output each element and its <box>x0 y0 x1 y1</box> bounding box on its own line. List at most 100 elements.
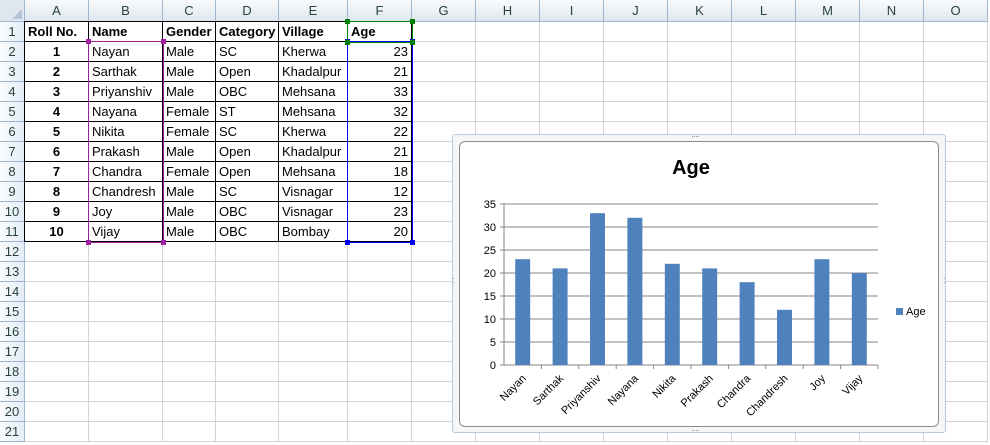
table-cell[interactable]: Kherwa <box>278 41 348 62</box>
grid-cell[interactable] <box>348 282 412 302</box>
grid-cell[interactable] <box>89 342 163 362</box>
row-header-4[interactable]: 4 <box>0 82 25 102</box>
column-header-i[interactable]: I <box>540 0 604 22</box>
table-cell[interactable]: 20 <box>347 221 412 242</box>
grid-cell[interactable] <box>89 302 163 322</box>
grid-cell[interactable] <box>216 402 279 422</box>
grid-cell[interactable] <box>732 62 796 82</box>
table-cell[interactable]: Male <box>162 221 216 242</box>
table-cell[interactable]: Female <box>162 161 216 182</box>
table-cell[interactable]: Female <box>162 121 216 142</box>
grid-cell[interactable] <box>348 242 412 262</box>
grid-cell[interactable] <box>163 402 216 422</box>
table-cell[interactable]: 10 <box>24 221 89 242</box>
grid-cell[interactable] <box>860 62 924 82</box>
table-cell[interactable]: 6 <box>24 141 89 162</box>
grid-cell[interactable] <box>279 422 348 442</box>
grid-cell[interactable] <box>540 22 604 42</box>
table-cell[interactable]: 18 <box>347 161 412 182</box>
grid-cell[interactable] <box>279 342 348 362</box>
grid-cell[interactable] <box>163 322 216 342</box>
column-header-a[interactable]: A <box>25 0 89 22</box>
row-header-15[interactable]: 15 <box>0 302 25 322</box>
grid-cell[interactable] <box>216 362 279 382</box>
table-cell[interactable]: Open <box>215 161 279 182</box>
grid-cell[interactable] <box>348 362 412 382</box>
range-handle[interactable] <box>345 240 350 245</box>
grid-cell[interactable] <box>348 342 412 362</box>
grid-cell[interactable] <box>604 22 668 42</box>
table-cell[interactable]: Open <box>215 141 279 162</box>
range-handle[interactable] <box>345 19 350 24</box>
grid-cell[interactable] <box>279 282 348 302</box>
table-cell[interactable]: 3 <box>24 81 89 102</box>
grid-cell[interactable] <box>25 362 89 382</box>
column-header-e[interactable]: E <box>279 0 348 22</box>
table-cell[interactable]: Mehsana <box>278 81 348 102</box>
grid-cell[interactable] <box>796 102 860 122</box>
grid-cell[interactable] <box>860 22 924 42</box>
grid-cell[interactable] <box>924 102 988 122</box>
grid-cell[interactable] <box>860 102 924 122</box>
column-header-j[interactable]: J <box>604 0 668 22</box>
row-header-12[interactable]: 12 <box>0 242 25 262</box>
grid-cell[interactable] <box>604 82 668 102</box>
table-header-cell[interactable]: Age <box>347 21 412 42</box>
grid-cell[interactable] <box>860 42 924 62</box>
grid-cell[interactable] <box>89 382 163 402</box>
grid-cell[interactable] <box>732 22 796 42</box>
column-header-l[interactable]: L <box>732 0 796 22</box>
range-handle[interactable] <box>86 240 91 245</box>
grid-cell[interactable] <box>668 102 732 122</box>
table-cell[interactable]: 23 <box>347 41 412 62</box>
column-header-m[interactable]: M <box>796 0 860 22</box>
table-cell[interactable]: Female <box>162 101 216 122</box>
grid-cell[interactable] <box>348 422 412 442</box>
table-cell[interactable]: Open <box>215 61 279 82</box>
grid-cell[interactable] <box>279 322 348 342</box>
grid-cell[interactable] <box>412 22 476 42</box>
column-header-h[interactable]: H <box>476 0 540 22</box>
table-cell[interactable]: Male <box>162 41 216 62</box>
grid-cell[interactable] <box>279 362 348 382</box>
grid-cell[interactable] <box>796 42 860 62</box>
grid-cell[interactable] <box>279 402 348 422</box>
grid-cell[interactable] <box>412 102 476 122</box>
grid-cell[interactable] <box>732 42 796 62</box>
grid-cell[interactable] <box>163 422 216 442</box>
table-cell[interactable]: Chandra <box>88 161 163 182</box>
table-cell[interactable]: Khadalpur <box>278 61 348 82</box>
table-cell[interactable]: Bombay <box>278 221 348 242</box>
grid-cell[interactable] <box>216 422 279 442</box>
grid-cell[interactable] <box>279 382 348 402</box>
column-header-n[interactable]: N <box>860 0 924 22</box>
grid-cell[interactable] <box>732 102 796 122</box>
grid-cell[interactable] <box>89 422 163 442</box>
row-header-2[interactable]: 2 <box>0 42 25 62</box>
table-cell[interactable]: 2 <box>24 61 89 82</box>
grid-cell[interactable] <box>216 322 279 342</box>
grid-cell[interactable] <box>163 242 216 262</box>
column-header-o[interactable]: O <box>924 0 988 22</box>
row-header-3[interactable]: 3 <box>0 62 25 82</box>
row-header-17[interactable]: 17 <box>0 342 25 362</box>
table-cell[interactable]: Khadalpur <box>278 141 348 162</box>
row-header-11[interactable]: 11 <box>0 222 25 242</box>
column-header-c[interactable]: C <box>163 0 216 22</box>
grid-cell[interactable] <box>668 82 732 102</box>
table-cell[interactable]: Male <box>162 81 216 102</box>
grid-cell[interactable] <box>412 62 476 82</box>
table-header-cell[interactable]: Name <box>88 21 163 42</box>
grid-cell[interactable] <box>216 382 279 402</box>
column-header-g[interactable]: G <box>412 0 476 22</box>
grid-cell[interactable] <box>25 302 89 322</box>
grid-cell[interactable] <box>604 62 668 82</box>
grid-cell[interactable] <box>163 282 216 302</box>
row-header-21[interactable]: 21 <box>0 422 25 442</box>
table-cell[interactable]: Nayan <box>88 41 163 62</box>
table-header-cell[interactable]: Category <box>215 21 279 42</box>
range-handle[interactable] <box>410 240 415 245</box>
table-cell[interactable]: SC <box>215 41 279 62</box>
grid-cell[interactable] <box>348 302 412 322</box>
table-header-cell[interactable]: Roll No. <box>24 21 89 42</box>
